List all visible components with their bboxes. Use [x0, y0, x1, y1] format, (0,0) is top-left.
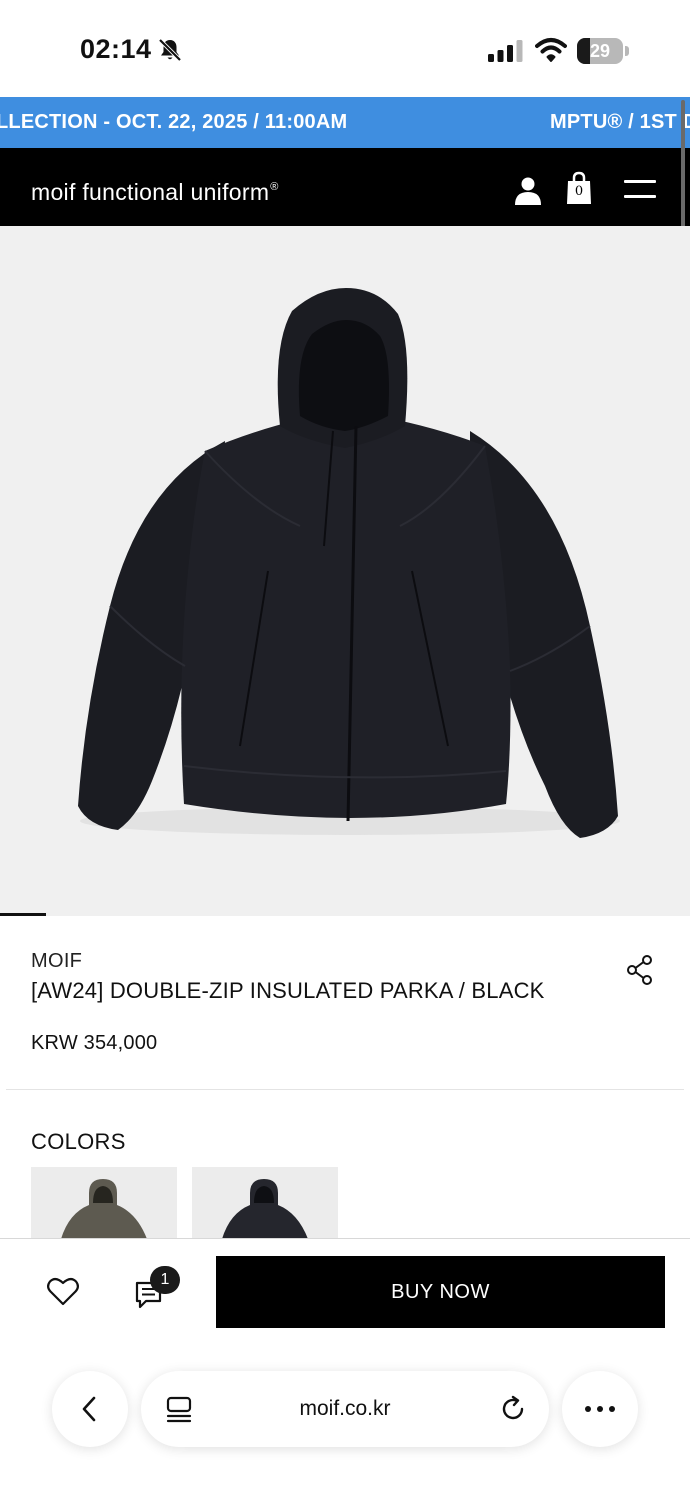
product-price: KRW 354,000 [31, 1032, 158, 1054]
site-logo[interactable]: moif functional uniform® [31, 148, 279, 231]
bell-muted-icon [158, 38, 182, 62]
browser-more-button[interactable] [562, 1371, 638, 1447]
color-swatch-khaki[interactable] [31, 1167, 177, 1239]
black-hooded-parka-image [78, 288, 620, 838]
cellular-signal-icon [488, 40, 523, 62]
cart-count: 0 [574, 184, 584, 199]
announcement-text-left[interactable]: LLECTION - OCT. 22, 2025 / 11:00AM [0, 97, 347, 148]
product-image[interactable] [0, 226, 690, 916]
product-title: [AW24] DOUBLE-ZIP INSULATED PARKA / BLAC… [31, 978, 545, 1003]
status-bar: 02:14 29 [0, 0, 690, 97]
share-icon[interactable] [625, 954, 655, 986]
black-parka-swatch [222, 1179, 308, 1239]
hamburger-menu-icon[interactable] [624, 178, 656, 200]
colors-title: COLORS [31, 1129, 126, 1154]
account-icon[interactable] [514, 176, 542, 206]
product-brand[interactable]: MOIF [31, 950, 82, 973]
battery-icon: 29 [577, 38, 629, 64]
logo-registered-mark: ® [270, 181, 279, 193]
buy-now-button[interactable]: BUY NOW [216, 1256, 665, 1328]
browser-url-text[interactable]: moif.co.kr [141, 1371, 549, 1447]
shopping-bag-button[interactable]: 0 [565, 171, 593, 205]
wifi-icon [535, 38, 567, 62]
more-dots-icon [585, 1406, 615, 1412]
browser-back-button[interactable] [52, 1371, 128, 1447]
image-slide-indicator [0, 913, 46, 916]
status-time: 02:14 [80, 34, 152, 64]
review-count-badge: 1 [150, 1266, 180, 1294]
announcement-bar[interactable]: LLECTION - OCT. 22, 2025 / 11:00AM MPTU®… [0, 97, 690, 148]
color-swatch-black[interactable] [192, 1167, 338, 1239]
section-divider [6, 1089, 684, 1090]
heart-icon[interactable] [46, 1276, 80, 1308]
khaki-parka-swatch [61, 1179, 147, 1239]
battery-level: 29 [589, 41, 611, 61]
logo-text[interactable]: moif functional uniform [31, 179, 269, 205]
chevron-left-icon [82, 1396, 96, 1422]
announcement-text-right[interactable]: MPTU® / 1ST D [550, 97, 690, 148]
